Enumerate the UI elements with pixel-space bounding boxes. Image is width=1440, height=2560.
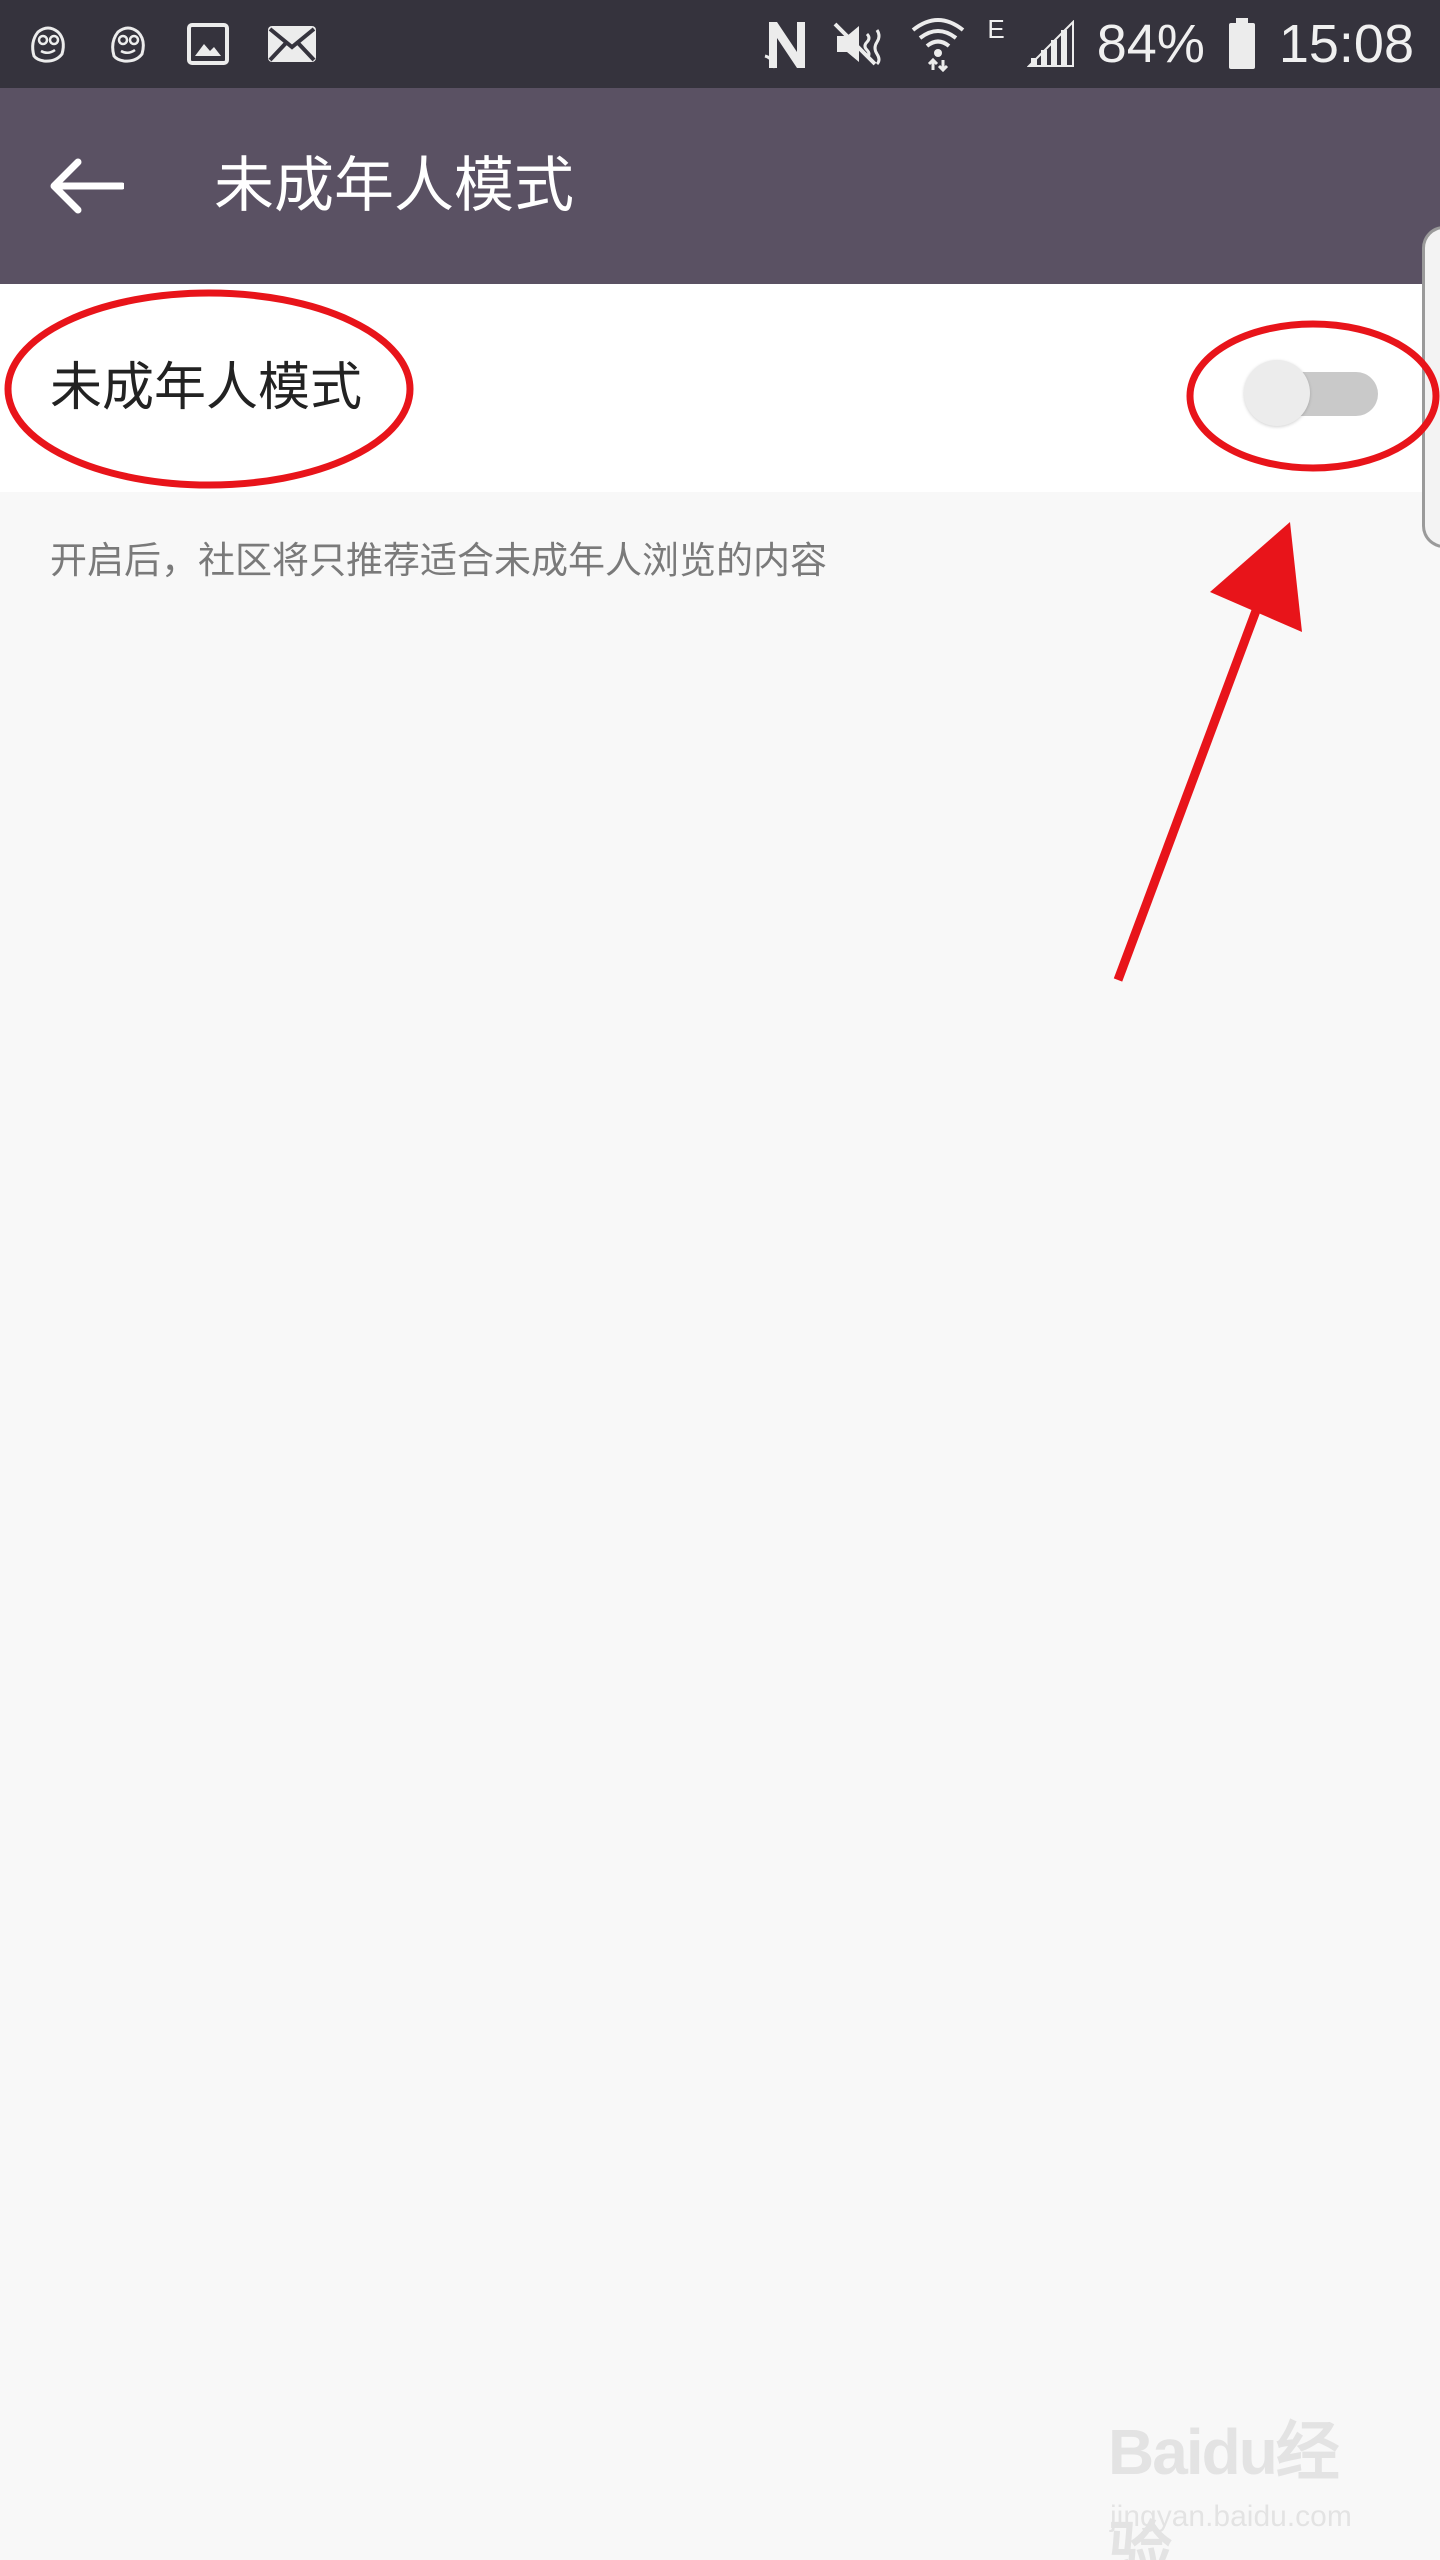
mute-icon <box>833 20 889 68</box>
clock: 15:08 <box>1278 14 1414 74</box>
minor-mode-toggle[interactable] <box>1244 358 1378 426</box>
system-indicators: E 84% 15:08 <box>763 10 1414 78</box>
arrow-left-icon <box>50 158 124 214</box>
mail-icon <box>266 24 318 64</box>
app-mascot-icon <box>26 22 70 66</box>
page-title: 未成年人模式 <box>214 151 574 221</box>
edge-panel-handle[interactable] <box>1422 226 1440 548</box>
app-screen: E 84% 15:08 未成年人模式 未成年人模式 开启后，社区将只推荐适合未成… <box>0 0 1440 2560</box>
back-button[interactable] <box>40 140 132 232</box>
network-type-label: E <box>987 14 1005 44</box>
signal-icon <box>1026 20 1075 68</box>
toggle-thumb <box>1244 360 1310 426</box>
app-mascot-icon <box>106 22 150 66</box>
gallery-icon <box>186 22 230 66</box>
minor-mode-setting-row[interactable]: 未成年人模式 <box>0 284 1440 492</box>
wifi-icon <box>911 16 965 72</box>
setting-description: 开启后，社区将只推荐适合未成年人浏览的内容 <box>50 539 827 582</box>
notification-icons <box>26 16 318 72</box>
arrow-shaft <box>1113 598 1265 982</box>
watermark: Baidu经验 jingyan.baidu.com <box>1098 2402 1398 2560</box>
watermark-url: jingyan.baidu.com <box>1110 2500 1352 2533</box>
setting-label: 未成年人模式 <box>50 358 363 418</box>
status-bar: E 84% 15:08 <box>0 0 1440 88</box>
app-toolbar: 未成年人模式 <box>0 88 1440 284</box>
arrow-head-icon <box>1210 522 1302 632</box>
battery-icon <box>1227 17 1257 71</box>
watermark-logo: Baidu经验 <box>1108 2416 1340 2560</box>
battery-percentage: 84% <box>1096 14 1205 74</box>
nfc-icon <box>763 18 811 70</box>
